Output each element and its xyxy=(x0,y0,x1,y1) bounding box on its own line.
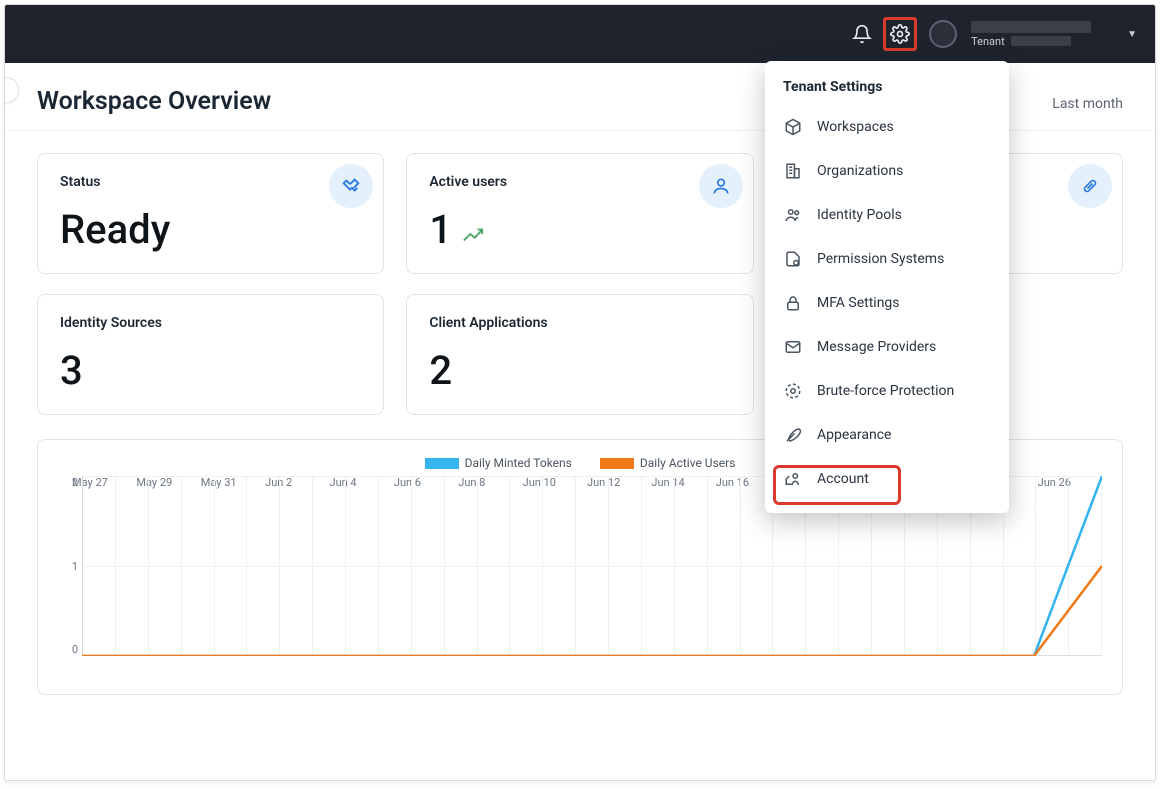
menu-label: Organizations xyxy=(817,163,903,179)
settings-gear-highlight xyxy=(883,17,917,51)
tenant-settings-dropdown: Tenant Settings Workspaces Organizations… xyxy=(765,61,1009,513)
tenant-prefix: Tenant xyxy=(971,35,1005,48)
menu-appearance[interactable]: Appearance xyxy=(765,413,1009,457)
trend-up-icon xyxy=(462,206,484,253)
handshake-icon xyxy=(329,164,373,208)
card-label: Active users xyxy=(429,174,730,190)
card-label: Status xyxy=(60,174,361,190)
swatch-orange xyxy=(600,458,634,469)
legend-label: Daily Active Users xyxy=(640,456,736,470)
menu-organizations[interactable]: Organizations xyxy=(765,149,1009,193)
value-text: 1 xyxy=(429,206,452,253)
ytick: 1 xyxy=(58,560,78,573)
menu-message-providers[interactable]: Message Providers xyxy=(765,325,1009,369)
tenant-switcher[interactable]: Tenant xyxy=(971,21,1091,48)
swatch-blue xyxy=(425,458,459,469)
card-label: Client Applications xyxy=(429,315,730,331)
dropdown-title: Tenant Settings xyxy=(765,65,1009,105)
card-value: 2 xyxy=(429,347,730,394)
card-label: Identity Sources xyxy=(60,315,361,331)
user-icon xyxy=(699,164,743,208)
menu-label: Account xyxy=(817,471,869,487)
tenant-sub-redacted xyxy=(1011,36,1071,46)
menu-permission-systems[interactable]: Permission Systems xyxy=(765,237,1009,281)
legend-label: Daily Minted Tokens xyxy=(465,456,572,470)
page-title: Workspace Overview xyxy=(37,87,271,116)
feather-icon xyxy=(783,425,803,445)
menu-account[interactable]: Account xyxy=(765,457,1009,501)
menu-label: Permission Systems xyxy=(817,251,944,267)
card-value: Ready xyxy=(60,206,361,253)
menu-workspaces[interactable]: Workspaces xyxy=(765,105,1009,149)
shield-icon xyxy=(783,381,803,401)
ytick: 2 xyxy=(58,476,78,489)
building-icon xyxy=(783,161,803,181)
avatar[interactable] xyxy=(929,20,957,48)
mail-icon xyxy=(783,337,803,357)
menu-label: Identity Pools xyxy=(817,207,902,223)
lock-icon xyxy=(783,293,803,313)
menu-identity-pools[interactable]: Identity Pools xyxy=(765,193,1009,237)
card-value: 3 xyxy=(60,347,361,394)
card-status: Status Ready xyxy=(37,153,384,274)
menu-label: Brute-force Protection xyxy=(817,383,954,399)
legend-item: Daily Active Users xyxy=(600,456,736,470)
period-selector[interactable]: Last month xyxy=(1052,92,1123,116)
topbar: Tenant ▼ xyxy=(5,5,1155,63)
card-value: 1 xyxy=(429,206,730,253)
users-icon xyxy=(783,205,803,225)
menu-label: Workspaces xyxy=(817,119,894,135)
gear-icon[interactable] xyxy=(888,22,912,46)
menu-brute-force[interactable]: Brute-force Protection xyxy=(765,369,1009,413)
document-icon xyxy=(783,249,803,269)
bell-icon[interactable] xyxy=(847,19,877,49)
pill-icon xyxy=(1068,164,1112,208)
tenant-name-redacted xyxy=(971,21,1091,33)
menu-mfa-settings[interactable]: MFA Settings xyxy=(765,281,1009,325)
card-client-applications: Client Applications 2 xyxy=(406,294,753,415)
card-identity-sources: Identity Sources 3 xyxy=(37,294,384,415)
card-active-users: Active users 1 xyxy=(406,153,753,274)
menu-label: Message Providers xyxy=(817,339,936,355)
cube-icon xyxy=(783,117,803,137)
legend-item: Daily Minted Tokens xyxy=(425,456,572,470)
menu-label: Appearance xyxy=(817,427,891,443)
account-icon xyxy=(783,469,803,489)
chevron-down-icon[interactable]: ▼ xyxy=(1127,29,1137,40)
menu-label: MFA Settings xyxy=(817,295,900,311)
ytick: 0 xyxy=(58,643,78,656)
